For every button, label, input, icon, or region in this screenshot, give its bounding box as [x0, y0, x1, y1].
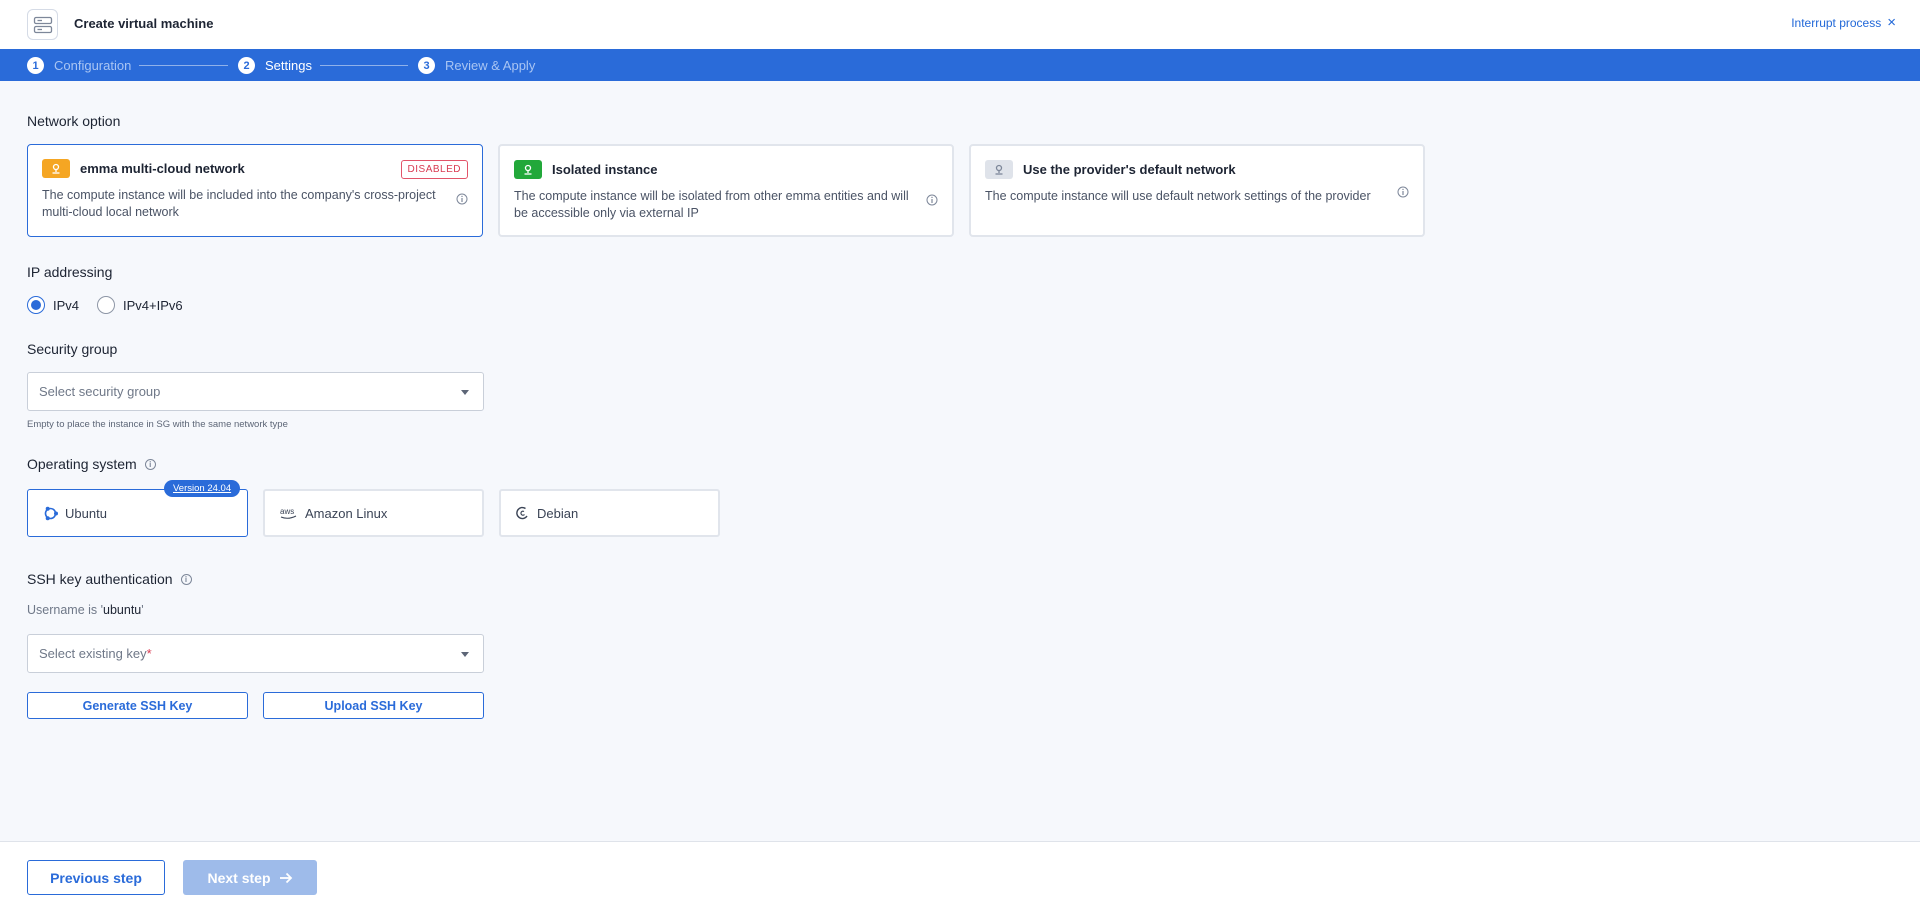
ssh-key-label: SSH key authentication i: [27, 571, 192, 587]
security-group-label: Security group: [27, 341, 118, 357]
ssh-username: Username is 'ubuntu': [27, 603, 144, 617]
network-card-provider-default[interactable]: Use the provider's default network The c…: [969, 144, 1425, 237]
network-description: The compute instance will be isolated fr…: [514, 189, 909, 220]
network-icon: [985, 160, 1013, 179]
info-icon[interactable]: i: [180, 573, 192, 585]
interrupt-label: Interrupt process: [1791, 16, 1882, 30]
info-icon[interactable]: [926, 194, 938, 206]
ubuntu-icon: [44, 506, 58, 520]
info-icon[interactable]: i: [144, 458, 156, 470]
step-connector: [139, 65, 228, 66]
arrow-right-icon: [279, 872, 292, 883]
aws-icon: aws: [280, 507, 297, 519]
ip-radio-group: IPv4 IPv4+IPv6: [27, 296, 201, 314]
network-title: Isolated instance: [552, 162, 658, 177]
interrupt-process-link[interactable]: Interrupt process ×: [1791, 15, 1896, 30]
debian-icon: [516, 506, 528, 520]
network-title: emma multi-cloud network: [80, 161, 245, 176]
step-connector: [320, 65, 408, 66]
network-icon: [42, 159, 70, 178]
upload-ssh-key-button[interactable]: Upload SSH Key: [263, 692, 484, 719]
network-card-multicloud[interactable]: emma multi-cloud network DISABLED The co…: [27, 144, 483, 237]
ssh-key-select[interactable]: Select existing key *: [27, 634, 484, 673]
step-configuration[interactable]: 1 Configuration: [27, 57, 131, 74]
step-settings[interactable]: 2 Settings: [238, 57, 312, 74]
network-description: The compute instance will be included in…: [42, 188, 436, 219]
caret-down-icon: [461, 390, 469, 395]
page-title: Create virtual machine: [74, 16, 214, 31]
username-value: ubuntu: [103, 603, 142, 617]
stepper: 1 Configuration 2 Settings 3 Review & Ap…: [0, 49, 1920, 81]
radio-circle[interactable]: [27, 296, 45, 314]
svg-text:aws: aws: [280, 507, 294, 516]
step-number: 3: [418, 57, 435, 74]
radio-ipv4-ipv6[interactable]: IPv4+IPv6: [97, 296, 183, 314]
server-icon: [27, 9, 58, 40]
radio-circle[interactable]: [97, 296, 116, 314]
network-title: Use the provider's default network: [1023, 162, 1236, 177]
os-label: Amazon Linux: [305, 505, 388, 521]
security-group-hint: Empty to place the instance in SG with t…: [27, 419, 288, 430]
radio-ipv4[interactable]: IPv4: [27, 296, 79, 314]
required-mark: *: [146, 646, 152, 661]
step-label: Review & Apply: [445, 58, 536, 73]
info-icon[interactable]: [456, 193, 468, 205]
next-step-button[interactable]: Next step: [183, 860, 317, 895]
operating-system-label: Operating system i: [27, 456, 156, 472]
radio-label: IPv4+IPv6: [123, 297, 183, 313]
select-placeholder: Select existing key: [39, 646, 147, 661]
close-icon[interactable]: ×: [1887, 15, 1896, 30]
footer: Previous step Next step: [0, 841, 1920, 910]
os-label: Ubuntu: [65, 505, 107, 521]
network-option-label: Network option: [27, 113, 121, 129]
previous-step-button[interactable]: Previous step: [27, 860, 165, 895]
step-label: Configuration: [54, 58, 132, 73]
network-description: The compute instance will use default ne…: [985, 189, 1371, 203]
select-placeholder: Select security group: [39, 384, 161, 399]
header: Create virtual machine Interrupt process…: [0, 0, 1920, 49]
step-number: 1: [27, 57, 44, 74]
os-label: Debian: [537, 505, 579, 521]
disabled-badge: DISABLED: [400, 160, 468, 179]
caret-down-icon: [461, 652, 469, 657]
network-icon: [514, 160, 542, 179]
security-group-select[interactable]: Select security group: [27, 372, 484, 411]
generate-ssh-key-button[interactable]: Generate SSH Key: [27, 692, 248, 719]
info-icon[interactable]: [1397, 186, 1409, 198]
os-card-debian[interactable]: Debian: [499, 489, 720, 537]
step-number: 2: [238, 57, 255, 74]
os-card-amazon-linux[interactable]: aws Amazon Linux: [263, 489, 484, 537]
next-step-label: Next step: [207, 869, 271, 886]
step-label: Settings: [265, 58, 312, 73]
step-review-apply[interactable]: 3 Review & Apply: [418, 57, 535, 74]
radio-label: IPv4: [53, 297, 80, 313]
ip-addressing-label: IP addressing: [27, 264, 113, 280]
network-card-isolated[interactable]: Isolated instance The compute instance w…: [498, 144, 954, 237]
version-badge: Version 24.04: [164, 480, 241, 497]
